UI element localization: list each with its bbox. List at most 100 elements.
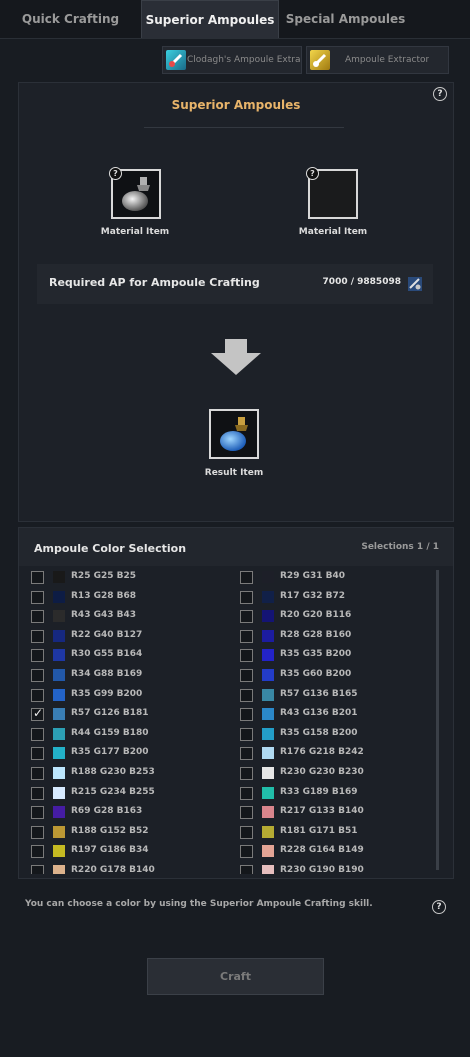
slot-help-icon[interactable]: ?	[306, 167, 319, 180]
color-option[interactable]: R35 G60 B200	[240, 666, 430, 685]
material-slot-2[interactable]: ?	[306, 167, 358, 219]
color-option[interactable]: R17 G32 B72	[240, 588, 430, 607]
color-option[interactable]: R57 G126 B181	[31, 705, 221, 724]
color-option[interactable]: R35 G158 B200	[240, 725, 430, 744]
color-checkbox[interactable]	[240, 727, 253, 741]
color-option[interactable]: R188 G152 B52	[31, 823, 221, 842]
color-checkbox[interactable]	[240, 610, 253, 624]
tab-bar: Quick Crafting Superior Ampoules Special…	[0, 0, 470, 39]
color-checkbox[interactable]	[31, 865, 44, 874]
color-label: R230 G190 B190	[280, 865, 364, 874]
help-icon[interactable]: ?	[433, 87, 447, 101]
color-checkbox[interactable]	[240, 590, 253, 604]
color-checkbox[interactable]	[31, 845, 44, 859]
blue-ampoule-icon	[220, 417, 248, 451]
color-checkbox[interactable]	[31, 629, 44, 643]
color-checkbox[interactable]	[240, 767, 253, 780]
color-checkbox[interactable]	[240, 688, 253, 702]
color-option[interactable]: R28 G28 B160	[240, 627, 430, 646]
color-option[interactable]: R25 G25 B25	[31, 568, 221, 587]
color-row: R43 G43 B43 R20 G20 B116	[19, 607, 453, 626]
color-checkbox[interactable]	[31, 806, 44, 820]
color-checkbox[interactable]	[31, 825, 44, 839]
clodagh-extractor-icon	[166, 50, 186, 70]
color-option[interactable]: R230 G230 B230	[240, 764, 430, 783]
color-row: R25 G25 B25 R29 G31 B40	[19, 568, 453, 587]
color-option[interactable]: R215 G234 B255	[31, 784, 221, 803]
color-checkbox[interactable]	[31, 747, 44, 761]
color-row: R220 G178 B140 R230 G190 B190	[19, 862, 453, 874]
color-checkbox[interactable]	[240, 571, 253, 584]
color-option[interactable]: R69 G28 B163	[31, 803, 221, 822]
color-checkbox[interactable]	[240, 649, 253, 663]
color-option[interactable]: R43 G43 B43	[31, 607, 221, 626]
color-option[interactable]: R43 G136 B201	[240, 705, 430, 724]
color-checkbox[interactable]	[31, 688, 44, 702]
color-row: R69 G28 B163 R217 G133 B140	[19, 803, 453, 822]
color-swatch	[53, 688, 65, 701]
material-slot-1[interactable]: ?	[109, 167, 161, 219]
color-checkbox[interactable]	[240, 747, 253, 761]
color-checkbox[interactable]	[31, 706, 44, 722]
color-swatch	[53, 767, 65, 779]
color-option[interactable]: R181 G171 B51	[240, 823, 430, 842]
result-label: Result Item	[204, 468, 264, 478]
color-row: R57 G126 B181 R43 G136 B201	[19, 705, 453, 724]
color-label: R35 G99 B200	[71, 688, 143, 699]
color-option[interactable]: R230 G190 B190	[240, 862, 430, 874]
color-checkbox[interactable]	[240, 825, 253, 839]
color-checkbox[interactable]	[31, 590, 44, 604]
color-option[interactable]: R197 G186 B34	[31, 842, 221, 861]
color-checkbox[interactable]	[240, 845, 253, 859]
color-label: R43 G43 B43	[71, 610, 137, 621]
help-icon[interactable]: ?	[432, 900, 446, 914]
color-option[interactable]: R34 G88 B169	[31, 666, 221, 685]
color-option[interactable]: R35 G35 B200	[240, 646, 430, 665]
ampoule-extractor-button[interactable]: Ampoule Extractor	[306, 46, 449, 74]
color-option[interactable]: R13 G28 B68	[31, 588, 221, 607]
color-option[interactable]: R35 G99 B200	[31, 686, 221, 705]
color-option[interactable]: R30 G55 B164	[31, 646, 221, 665]
color-option[interactable]: R44 G159 B180	[31, 725, 221, 744]
color-list-scrollbar[interactable]	[436, 570, 439, 870]
color-option[interactable]: R29 G31 B40	[240, 568, 430, 587]
craft-button[interactable]: Craft	[147, 958, 324, 995]
color-checkbox[interactable]	[240, 669, 253, 682]
color-option[interactable]: R20 G20 B116	[240, 607, 430, 626]
color-checkbox[interactable]	[31, 786, 44, 800]
color-checkbox[interactable]	[240, 786, 253, 800]
panel-title: Superior Ampoules	[171, 98, 301, 112]
color-checkbox[interactable]	[31, 767, 44, 780]
color-label: R197 G186 B34	[71, 845, 149, 856]
color-label: R69 G28 B163	[71, 806, 143, 817]
tab-quick-crafting[interactable]: Quick Crafting	[0, 0, 141, 37]
color-option[interactable]: R228 G164 B149	[240, 842, 430, 861]
tab-superior-ampoules[interactable]: Superior Ampoules	[141, 0, 279, 38]
color-option[interactable]: R57 G136 B165	[240, 686, 430, 705]
color-checkbox[interactable]	[240, 865, 253, 874]
ap-requirement-row: Required AP for Ampoule Crafting 7000 / …	[37, 264, 433, 304]
color-label: R215 G234 B255	[71, 786, 155, 797]
color-checkbox[interactable]	[240, 708, 253, 722]
color-option[interactable]: R220 G178 B140	[31, 862, 221, 874]
color-checkbox[interactable]	[240, 629, 253, 643]
color-checkbox[interactable]	[31, 610, 44, 624]
tab-special-ampoules[interactable]: Special Ampoules	[278, 0, 413, 37]
slot-help-icon[interactable]: ?	[109, 167, 122, 180]
clodagh-extractor-button[interactable]: Clodagh's Ampoule Extra	[162, 46, 302, 74]
color-checkbox[interactable]	[31, 727, 44, 741]
result-slot[interactable]	[209, 409, 259, 459]
color-option[interactable]: R217 G133 B140	[240, 803, 430, 822]
color-checkbox[interactable]	[31, 649, 44, 663]
color-option[interactable]: R35 G177 B200	[31, 744, 221, 763]
color-option[interactable]: R188 G230 B253	[31, 764, 221, 783]
color-label: R29 G31 B40	[280, 571, 346, 581]
color-checkbox[interactable]	[240, 806, 253, 820]
color-row: R22 G40 B127 R28 G28 B160	[19, 627, 453, 646]
color-option[interactable]: R22 G40 B127	[31, 627, 221, 646]
color-checkbox[interactable]	[31, 669, 44, 682]
color-swatch	[262, 590, 274, 603]
color-option[interactable]: R33 G189 B169	[240, 784, 430, 803]
color-option[interactable]: R176 G218 B242	[240, 744, 430, 763]
color-checkbox[interactable]	[31, 571, 44, 584]
